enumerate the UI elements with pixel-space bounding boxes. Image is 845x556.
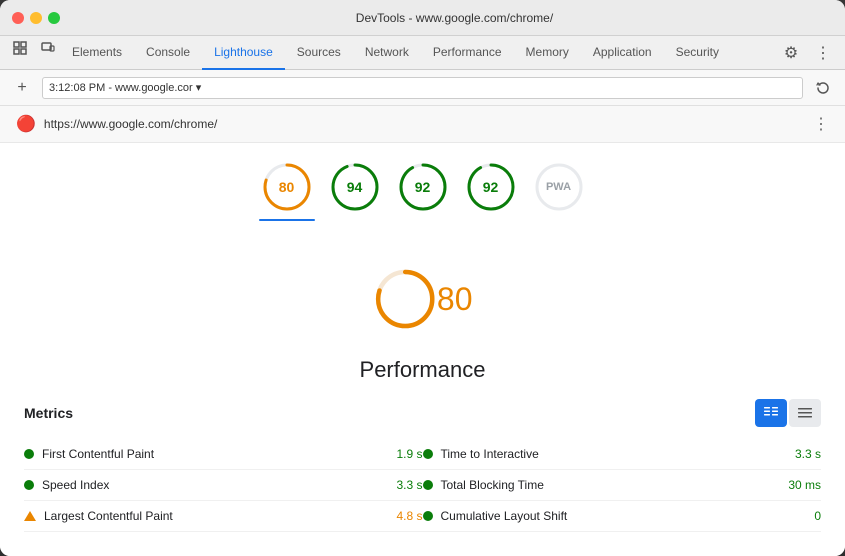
add-tab-button[interactable]: + (10, 76, 34, 100)
lighthouse-url: https://www.google.com/chrome/ (44, 117, 217, 131)
title-bar: DevTools - www.google.com/chrome/ (0, 0, 845, 36)
minimize-button[interactable] (30, 12, 42, 24)
traffic-lights (12, 12, 60, 24)
metric-value-tti: 3.3 s (795, 447, 821, 461)
tab-application[interactable]: Application (581, 36, 664, 70)
metrics-toggle (755, 399, 821, 427)
tab-sources[interactable]: Sources (285, 36, 353, 70)
tab-lighthouse[interactable]: Lighthouse (202, 36, 285, 70)
main-score-section: 80 Performance (0, 229, 845, 399)
metric-name-lcp: Largest Contentful Paint (44, 509, 388, 523)
metric-fcp: First Contentful Paint 1.9 s (24, 439, 423, 470)
metric-value-fcp: 1.9 s (396, 447, 422, 461)
main-score-value: 80 (437, 281, 473, 318)
reload-icon[interactable] (811, 76, 835, 100)
devtools-icon-group: ⚙ ⋮ (777, 36, 845, 69)
score-circle-performance[interactable]: 80 (259, 159, 315, 215)
score-value-2: 92 (415, 179, 431, 195)
metric-value-lcp: 4.8 s (396, 509, 422, 523)
score-value-1: 94 (347, 179, 363, 195)
metric-value-tbt: 30 ms (788, 478, 821, 492)
metric-name-si: Speed Index (42, 478, 388, 492)
score-value-0: 80 (279, 179, 295, 195)
more-options-icon[interactable]: ⋮ (809, 39, 837, 67)
metric-lcp: Largest Contentful Paint 4.8 s (24, 501, 423, 532)
metrics-header: Metrics (24, 399, 821, 427)
tab-network[interactable]: Network (353, 36, 421, 70)
score-circles-row: 80 94 (0, 143, 845, 229)
metric-name-fcp: First Contentful Paint (42, 447, 388, 461)
main-score-circle: 80 (373, 249, 473, 349)
metric-name-tbt: Total Blocking Time (441, 478, 781, 492)
inspect-icon[interactable] (8, 36, 32, 60)
metric-value-cls: 0 (814, 509, 821, 523)
maximize-button[interactable] (48, 12, 60, 24)
score-value-3: 92 (483, 179, 499, 195)
metric-value-si: 3.3 s (396, 478, 422, 492)
lighthouse-url-bar: 🔴 https://www.google.com/chrome/ ⋮ (0, 106, 845, 143)
metric-dot-tti (423, 449, 433, 459)
metrics-section: Metrics (0, 399, 845, 548)
score-circle-seo[interactable]: 92 (463, 159, 519, 215)
responsive-icon[interactable] (36, 36, 60, 60)
address-input[interactable]: 3:12:08 PM - www.google.cor ▾ (42, 77, 803, 99)
address-bar: + 3:12:08 PM - www.google.cor ▾ (0, 70, 845, 106)
tab-security[interactable]: Security (664, 36, 731, 70)
score-value-pwa: PWA (546, 181, 571, 193)
tab-memory[interactable]: Memory (514, 36, 581, 70)
metric-name-cls: Cumulative Layout Shift (441, 509, 807, 523)
toggle-grid-button[interactable] (755, 399, 787, 427)
devtools-tab-bar: Elements Console Lighthouse Sources Netw… (0, 36, 845, 70)
metric-dot-tbt (423, 480, 433, 490)
metric-tbt: Total Blocking Time 30 ms (423, 470, 822, 501)
footer-note: Values are estimated and may vary. The p… (0, 548, 845, 556)
metric-cls: Cumulative Layout Shift 0 (423, 501, 822, 532)
metric-dot-cls (423, 511, 433, 521)
tab-elements[interactable]: Elements (60, 36, 134, 70)
lighthouse-panel: 🔴 https://www.google.com/chrome/ ⋮ 80 (0, 106, 845, 556)
close-button[interactable] (12, 12, 24, 24)
metric-tti: Time to Interactive 3.3 s (423, 439, 822, 470)
metric-triangle-lcp (24, 511, 36, 521)
score-circle-accessibility[interactable]: 94 (327, 159, 383, 215)
lighthouse-icon: 🔴 (16, 114, 36, 134)
score-underline-0 (259, 219, 315, 221)
score-circle-pwa[interactable]: PWA (531, 159, 587, 215)
lighthouse-menu-icon[interactable]: ⋮ (813, 114, 829, 134)
settings-icon[interactable]: ⚙ (777, 39, 805, 67)
metric-dot-fcp (24, 449, 34, 459)
metric-name-tti: Time to Interactive (441, 447, 787, 461)
metrics-grid: First Contentful Paint 1.9 s Time to Int… (24, 439, 821, 532)
tab-console[interactable]: Console (134, 36, 202, 70)
score-circle-best-practices[interactable]: 92 (395, 159, 451, 215)
main-score-label: Performance (360, 357, 486, 383)
window-title: DevTools - www.google.com/chrome/ (76, 11, 833, 25)
metrics-title: Metrics (24, 405, 755, 421)
metric-si: Speed Index 3.3 s (24, 470, 423, 501)
toggle-list-button[interactable] (789, 399, 821, 427)
metric-dot-si (24, 480, 34, 490)
tab-performance[interactable]: Performance (421, 36, 514, 70)
devtools-window: DevTools - www.google.com/chrome/ Elemen… (0, 0, 845, 556)
